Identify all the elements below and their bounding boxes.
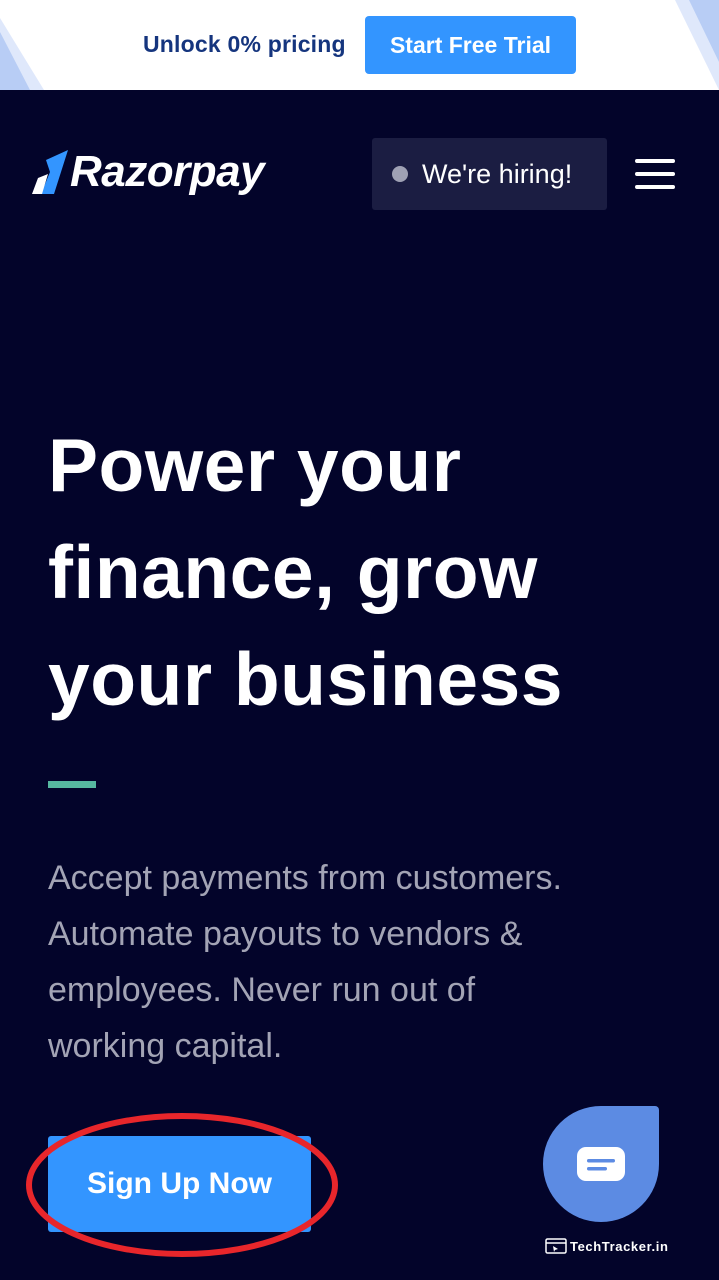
- hiring-label: We're hiring!: [422, 158, 573, 189]
- site-header: Razorpay We're hiring!: [0, 90, 719, 260]
- hiring-badge-link[interactable]: We're hiring!: [372, 138, 607, 210]
- watermark: TechTracker.in: [545, 1236, 669, 1256]
- sign-up-now-button[interactable]: Sign Up Now: [48, 1136, 311, 1232]
- hero-subtitle: Accept payments from customers. Automate…: [48, 850, 688, 1074]
- hero-divider: [48, 781, 96, 788]
- razorpay-logo[interactable]: Razorpay: [32, 142, 265, 202]
- hero-title-line: your business: [48, 637, 563, 721]
- banner-decoration-right: [675, 0, 719, 90]
- logo-text: Razorpay: [70, 147, 265, 196]
- browser-window-icon: [545, 1238, 567, 1254]
- status-dot-icon: [392, 166, 408, 182]
- start-free-trial-button[interactable]: Start Free Trial: [365, 16, 576, 74]
- banner-decoration-left: [0, 18, 44, 90]
- menu-bar: [635, 159, 675, 163]
- hero-subtitle-line: Automate payouts to vendors &: [48, 915, 523, 953]
- promo-text: Unlock 0% pricing: [143, 31, 346, 57]
- razorpay-logo-icon: [32, 150, 68, 194]
- hero-subtitle-line: Accept payments from customers.: [48, 859, 562, 897]
- chat-bubble-icon: [577, 1147, 625, 1181]
- hero-title: Power your finance, grow your business: [48, 412, 688, 733]
- hero-subtitle-line: employees. Never run out of: [48, 971, 476, 1009]
- hamburger-menu-icon[interactable]: [630, 156, 680, 194]
- hero-subtitle-line: working capital.: [48, 1027, 283, 1065]
- menu-bar: [635, 172, 675, 176]
- menu-bar: [635, 185, 675, 189]
- chat-widget-button[interactable]: [543, 1106, 659, 1222]
- hero-title-line: finance, grow: [48, 530, 538, 614]
- promo-banner: Unlock 0% pricing Start Free Trial: [0, 0, 719, 90]
- watermark-text: TechTracker.in: [570, 1238, 669, 1254]
- hero-title-line: Power your: [48, 423, 462, 507]
